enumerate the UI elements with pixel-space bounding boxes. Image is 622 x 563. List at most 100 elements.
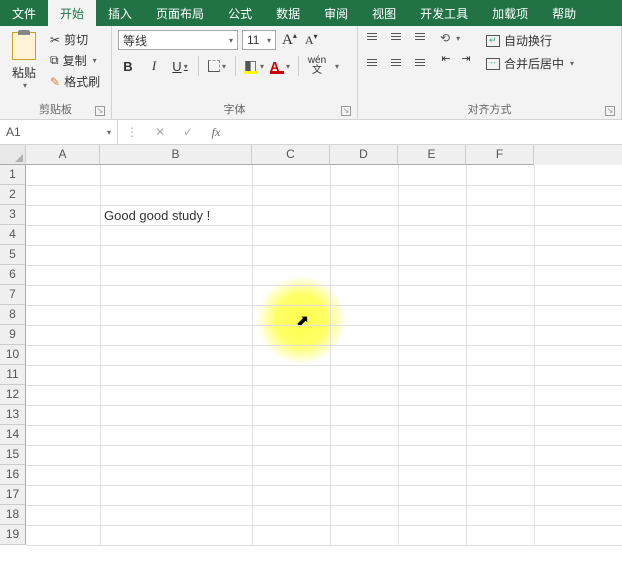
tab-layout[interactable]: 页面布局 — [144, 0, 216, 26]
select-all-corner[interactable] — [0, 145, 26, 165]
chevron-down-icon: ▾ — [570, 59, 574, 68]
row-header-10[interactable]: 10 — [0, 345, 26, 365]
row-header-1[interactable]: 1 — [0, 165, 26, 185]
row-header-8[interactable]: 8 — [0, 305, 26, 325]
align-top-right[interactable] — [408, 30, 428, 50]
align-top-center[interactable] — [386, 30, 406, 50]
row-header-16[interactable]: 16 — [0, 465, 26, 485]
dialog-launcher-icon[interactable]: ↘ — [95, 106, 105, 116]
chevron-down-icon: ▾ — [93, 56, 97, 65]
chevron-down-icon: ▾ — [23, 81, 27, 90]
tab-insert[interactable]: 插入 — [96, 0, 144, 26]
tab-formula[interactable]: 公式 — [216, 0, 264, 26]
increase-font-button[interactable]: A▴ — [280, 31, 299, 49]
chevron-down-icon: ▾ — [184, 62, 188, 71]
fill-color-button[interactable]: ▾ — [244, 56, 264, 76]
decrease-indent-button[interactable]: ⇤ — [436, 48, 456, 68]
chevron-down-icon: ▾ — [107, 128, 111, 137]
row-header-18[interactable]: 18 — [0, 505, 26, 525]
dialog-launcher-icon[interactable]: ↘ — [605, 106, 615, 116]
col-header-D[interactable]: D — [330, 145, 398, 165]
row-header-4[interactable]: 4 — [0, 225, 26, 245]
tab-review[interactable]: 审阅 — [312, 0, 360, 26]
tab-file[interactable]: 文件 — [0, 0, 48, 26]
font-size-select[interactable]: 11▾ — [242, 30, 276, 50]
fill-icon — [244, 60, 258, 72]
dialog-launcher-icon[interactable]: ↘ — [341, 106, 351, 116]
cursor-highlight — [256, 275, 346, 365]
row-header-5[interactable]: 5 — [0, 245, 26, 265]
row-header-2[interactable]: 2 — [0, 185, 26, 205]
chevron-down-icon: ▾ — [222, 62, 226, 71]
cell-text: Good good study ! — [104, 208, 210, 223]
row-header-19[interactable]: 19 — [0, 525, 26, 545]
row-header-11[interactable]: 11 — [0, 365, 26, 385]
col-header-F[interactable]: F — [466, 145, 534, 165]
align-mid-right[interactable] — [408, 52, 428, 72]
chevron-down-icon: ▾ — [456, 34, 460, 43]
col-header-E[interactable]: E — [398, 145, 466, 165]
row-header-6[interactable]: 6 — [0, 265, 26, 285]
paste-button[interactable]: 粘贴 ▾ — [6, 30, 42, 90]
wrap-icon — [486, 35, 500, 47]
format-painter-button[interactable]: 格式刷 — [46, 72, 104, 91]
rotate-icon — [440, 31, 450, 45]
paste-icon — [12, 32, 36, 60]
row-header-12[interactable]: 12 — [0, 385, 26, 405]
cursor-icon: ⬉ — [296, 311, 309, 331]
name-box[interactable]: A1▾ — [0, 120, 118, 144]
cancel-button[interactable]: ✕ — [146, 125, 174, 139]
tab-view[interactable]: 视图 — [360, 0, 408, 26]
row-header-15[interactable]: 15 — [0, 445, 26, 465]
merge-icon — [486, 58, 500, 70]
merge-center-button[interactable]: 合并后居中▾ — [482, 53, 578, 74]
align-mid-left[interactable] — [364, 52, 384, 72]
orientation-button[interactable]: ▾ — [436, 30, 476, 46]
col-header-C[interactable]: C — [252, 145, 330, 165]
phonetic-button[interactable]: wén文 — [307, 56, 327, 76]
chevron-down-icon: ▾ — [229, 36, 233, 45]
clipboard-group-label: 剪贴板 — [39, 104, 72, 116]
border-button[interactable]: ▾ — [207, 56, 227, 76]
tab-dev[interactable]: 开发工具 — [408, 0, 480, 26]
cut-button[interactable]: 剪切 — [46, 30, 104, 49]
row-header-14[interactable]: 14 — [0, 425, 26, 445]
copy-button[interactable]: 复制▾ — [46, 51, 104, 70]
row-header-7[interactable]: 7 — [0, 285, 26, 305]
formula-input[interactable] — [230, 120, 622, 144]
align-group-label: 对齐方式 — [468, 104, 512, 116]
italic-button[interactable]: I — [144, 56, 164, 76]
scissors-icon — [50, 33, 60, 47]
row-header-3[interactable]: 3 — [0, 205, 26, 225]
row-header-9[interactable]: 9 — [0, 325, 26, 345]
font-color-button[interactable]: A▾ — [270, 56, 290, 76]
col-header-A[interactable]: A — [26, 145, 100, 165]
tab-home[interactable]: 开始 — [48, 0, 96, 26]
column-headers: ABCDEF — [0, 145, 622, 165]
paste-label: 粘贴 — [12, 64, 36, 81]
row-header-17[interactable]: 17 — [0, 485, 26, 505]
tab-addin[interactable]: 加载项 — [480, 0, 540, 26]
expand-button[interactable]: ⋮ — [118, 125, 146, 139]
border-icon — [208, 60, 220, 72]
font-name-select[interactable]: 等线▾ — [118, 30, 238, 50]
underline-button[interactable]: U▾ — [170, 56, 190, 76]
decrease-font-button[interactable]: A▾ — [303, 32, 320, 48]
increase-indent-button[interactable]: ⇥ — [456, 48, 476, 68]
font-color-icon: A — [270, 59, 284, 73]
cells-area[interactable]: Good good study ! ⬉ — [26, 165, 622, 545]
col-header-B[interactable]: B — [100, 145, 252, 165]
align-mid-center[interactable] — [386, 52, 406, 72]
copy-icon — [50, 53, 59, 68]
align-top-left[interactable] — [364, 30, 384, 50]
bold-button[interactable]: B — [118, 56, 138, 76]
fx-button[interactable]: fx — [202, 125, 230, 140]
tab-data[interactable]: 数据 — [264, 0, 312, 26]
row-header-13[interactable]: 13 — [0, 405, 26, 425]
formula-bar: A1▾ ⋮ ✕ ✓ fx — [0, 120, 622, 145]
wrap-text-button[interactable]: 自动换行 — [482, 30, 578, 51]
enter-button[interactable]: ✓ — [174, 125, 202, 139]
tab-help[interactable]: 帮助 — [540, 0, 588, 26]
chevron-down-icon: ▾ — [335, 62, 339, 71]
font-group-label: 字体 — [224, 104, 246, 116]
